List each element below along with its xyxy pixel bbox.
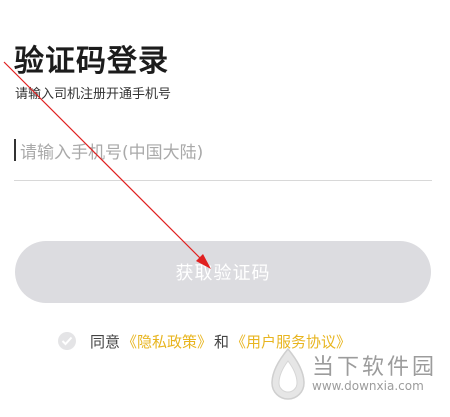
agree-checkbox[interactable]: [58, 332, 76, 350]
watermark: 当下软件园 www.downxia.com: [266, 347, 446, 405]
watermark-url: www.downxia.com: [312, 379, 424, 393]
page-title: 验证码登录: [14, 44, 169, 79]
watermark-logo-icon: [271, 347, 305, 400]
text-caret: [14, 139, 16, 161]
phone-input[interactable]: [18, 132, 432, 174]
page-subtitle: 请输入司机注册开通手机号: [15, 87, 172, 102]
watermark-name: 当下软件园: [312, 355, 438, 380]
check-icon: [61, 336, 73, 346]
agree-prefix: 同意: [90, 332, 121, 351]
privacy-policy-link[interactable]: 《隐私政策》: [122, 331, 212, 352]
get-code-button[interactable]: 获取验证码: [15, 241, 431, 303]
phone-field[interactable]: [14, 132, 432, 181]
agree-and: 和: [214, 332, 230, 351]
